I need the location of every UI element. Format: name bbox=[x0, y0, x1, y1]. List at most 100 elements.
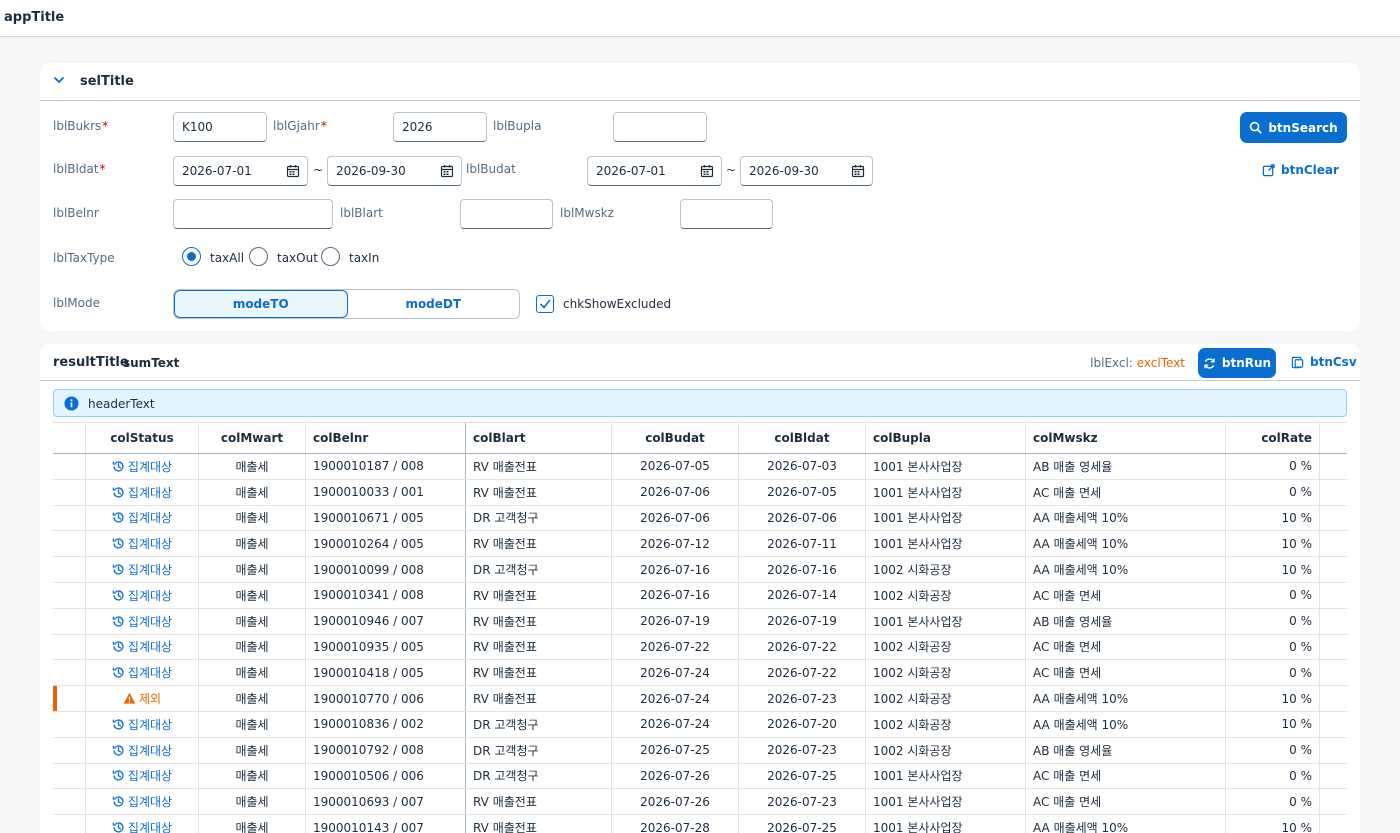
table-row[interactable]: 집계대상 매출세 1900010264 / 005 RV 매출전표 2026-07-12… bbox=[53, 531, 1347, 558]
label-bupla: lblBupla bbox=[493, 119, 542, 133]
status-link[interactable]: 집계대상 bbox=[112, 484, 172, 501]
csv-button[interactable]: btnCsv bbox=[1291, 355, 1357, 369]
mode-to-button[interactable]: modeTO bbox=[174, 290, 348, 318]
col-blart-header[interactable]: colBlart bbox=[466, 423, 612, 453]
cell-mwskz: AC 매출 면세 bbox=[1026, 763, 1226, 789]
col-rate-header[interactable]: colRate bbox=[1226, 423, 1320, 453]
cell-mwart: 매출세 bbox=[199, 711, 306, 737]
row-selector[interactable] bbox=[53, 634, 86, 660]
col-status-header[interactable]: colStatus bbox=[86, 423, 199, 453]
table-row[interactable]: 집계대상 매출세 1900010341 / 008 RV 매출전표 2026-07-16… bbox=[53, 582, 1347, 609]
table-row[interactable]: 집계대상 매출세 1900010033 / 001 RV 매출전표 2026-07-06… bbox=[53, 479, 1347, 506]
row-selector[interactable] bbox=[53, 789, 86, 815]
cell-mwskz: AC 매출 면세 bbox=[1026, 789, 1226, 815]
radio-tax-in[interactable] bbox=[321, 247, 340, 266]
status-link[interactable]: 집계대상 bbox=[112, 664, 172, 681]
mwskz-input[interactable] bbox=[680, 199, 773, 229]
table-row[interactable]: 집계대상 매출세 1900010506 / 006 DR 고객청구 2026-07-26… bbox=[53, 763, 1347, 790]
show-excluded-checkbox[interactable] bbox=[536, 295, 554, 313]
table-row[interactable]: 집계대상 매출세 1900010792 / 008 DR 고객청구 2026-07-25… bbox=[53, 737, 1347, 764]
row-selector[interactable] bbox=[53, 711, 86, 737]
radio-tax-all[interactable] bbox=[182, 247, 201, 266]
table-row[interactable]: 제외 매출세 1900010770 / 006 RV 매출전표 2026-07-24 20… bbox=[53, 686, 1347, 712]
table-row[interactable]: 집계대상 매출세 1900010935 / 005 RV 매출전표 2026-07-22… bbox=[53, 634, 1347, 661]
table-row[interactable]: 집계대상 매출세 1900010143 / 007 RV 매출전표 2026-07-28… bbox=[53, 815, 1347, 833]
blart-input[interactable] bbox=[460, 199, 553, 229]
mode-dt-button[interactable]: modeDT bbox=[348, 290, 520, 318]
chevron-down-icon[interactable] bbox=[50, 71, 68, 89]
col-bldat-header[interactable]: colBldat bbox=[739, 423, 866, 453]
cell-bldat: 2026-07-14 bbox=[739, 582, 866, 608]
cell-budat: 2026-07-06 bbox=[612, 505, 739, 531]
bldat-from-input[interactable]: 2026-07-01 bbox=[173, 156, 308, 186]
row-selector[interactable] bbox=[53, 660, 86, 686]
status-link[interactable]: 집계대상 bbox=[112, 742, 172, 759]
status-link[interactable]: 집계대상 bbox=[112, 613, 172, 630]
row-selector-header[interactable] bbox=[53, 423, 86, 453]
status-link[interactable]: 제외 bbox=[123, 690, 161, 707]
cell-rate: 10 % bbox=[1226, 531, 1320, 557]
cell-belnr: 1900010693 / 007 bbox=[306, 789, 466, 815]
budat-from-input[interactable]: 2026-07-01 bbox=[587, 156, 722, 186]
cell-bupla: 1002 시화공장 bbox=[866, 582, 1026, 608]
col-budat-header[interactable]: colBudat bbox=[612, 423, 739, 453]
bupla-input[interactable] bbox=[613, 112, 707, 142]
status-link[interactable]: 집계대상 bbox=[112, 767, 172, 784]
col-mwart-header[interactable]: colMwart bbox=[199, 423, 306, 453]
calendar-icon[interactable] bbox=[440, 164, 454, 178]
cell-budat: 2026-07-06 bbox=[612, 479, 739, 505]
cell-budat: 2026-07-28 bbox=[612, 815, 739, 833]
table-row[interactable]: 집계대상 매출세 1900010187 / 008 RV 매출전표 2026-07-05… bbox=[53, 454, 1347, 480]
calendar-icon[interactable] bbox=[700, 164, 714, 178]
status-link[interactable]: 집계대상 bbox=[112, 793, 172, 810]
status-link[interactable]: 집계대상 bbox=[112, 638, 172, 655]
calendar-icon[interactable] bbox=[286, 164, 300, 178]
cell-bldat: 2026-07-20 bbox=[739, 711, 866, 737]
status-link[interactable]: 집계대상 bbox=[112, 509, 172, 526]
col-mwskz-header[interactable]: colMwskz bbox=[1026, 423, 1226, 453]
status-link[interactable]: 집계대상 bbox=[112, 716, 172, 733]
row-selector[interactable] bbox=[53, 608, 86, 634]
gjahr-input[interactable]: 2026 bbox=[393, 112, 487, 142]
range-separator: ~ bbox=[313, 163, 324, 177]
clock-history-icon bbox=[112, 461, 124, 472]
row-filler bbox=[1320, 557, 1347, 582]
row-selector[interactable] bbox=[53, 815, 86, 833]
clear-button[interactable]: btnClear bbox=[1262, 163, 1339, 177]
status-link[interactable]: 집계대상 bbox=[112, 561, 172, 578]
status-link[interactable]: 집계대상 bbox=[112, 819, 172, 833]
table-row[interactable]: 집계대상 매출세 1900010946 / 007 RV 매출전표 2026-07-19… bbox=[53, 608, 1347, 635]
status-link[interactable]: 집계대상 bbox=[112, 458, 172, 475]
row-selector[interactable] bbox=[53, 763, 86, 789]
mode-segmented-button: modeTO modeDT bbox=[173, 289, 520, 319]
row-selector[interactable] bbox=[53, 582, 86, 608]
table-row[interactable]: 집계대상 매출세 1900010418 / 005 RV 매출전표 2026-07-24… bbox=[53, 660, 1347, 687]
table-row[interactable]: 집계대상 매출세 1900010693 / 007 RV 매출전표 2026-07-26… bbox=[53, 789, 1347, 816]
belnr-input[interactable] bbox=[173, 199, 333, 229]
status-link[interactable]: 집계대상 bbox=[112, 587, 172, 604]
bldat-to-input[interactable]: 2026-09-30 bbox=[327, 156, 462, 186]
row-selector[interactable] bbox=[53, 531, 86, 557]
row-selector[interactable] bbox=[53, 557, 86, 582]
row-selector[interactable] bbox=[53, 454, 86, 479]
cell-bupla: 1001 본사사업장 bbox=[866, 763, 1026, 789]
radio-tax-out[interactable] bbox=[249, 247, 268, 266]
col-belnr-header[interactable]: colBelnr bbox=[306, 423, 466, 453]
table-row[interactable]: 집계대상 매출세 1900010671 / 005 DR 고객청구 2026-07-06… bbox=[53, 505, 1347, 532]
row-selector[interactable] bbox=[53, 479, 86, 505]
row-filler bbox=[1320, 531, 1347, 556]
calendar-icon[interactable] bbox=[851, 164, 865, 178]
row-selector[interactable] bbox=[53, 737, 86, 763]
col-bupla-header[interactable]: colBupla bbox=[866, 423, 1026, 453]
status-link[interactable]: 집계대상 bbox=[112, 535, 172, 552]
search-button[interactable]: btnSearch bbox=[1240, 112, 1347, 143]
row-selector[interactable] bbox=[53, 686, 86, 711]
cell-belnr: 1900010264 / 005 bbox=[306, 531, 466, 557]
bukrs-input[interactable]: K100 bbox=[173, 112, 267, 142]
table-row[interactable]: 집계대상 매출세 1900010836 / 002 DR 고객청구 2026-07-24… bbox=[53, 711, 1347, 738]
run-button[interactable]: btnRun bbox=[1198, 348, 1276, 378]
row-selector[interactable] bbox=[53, 505, 86, 531]
table-row[interactable]: 집계대상 매출세 1900010099 / 008 DR 고객청구 2026-07-16… bbox=[53, 557, 1347, 583]
cell-rate: 10 % bbox=[1226, 711, 1320, 737]
budat-to-input[interactable]: 2026-09-30 bbox=[740, 156, 873, 186]
